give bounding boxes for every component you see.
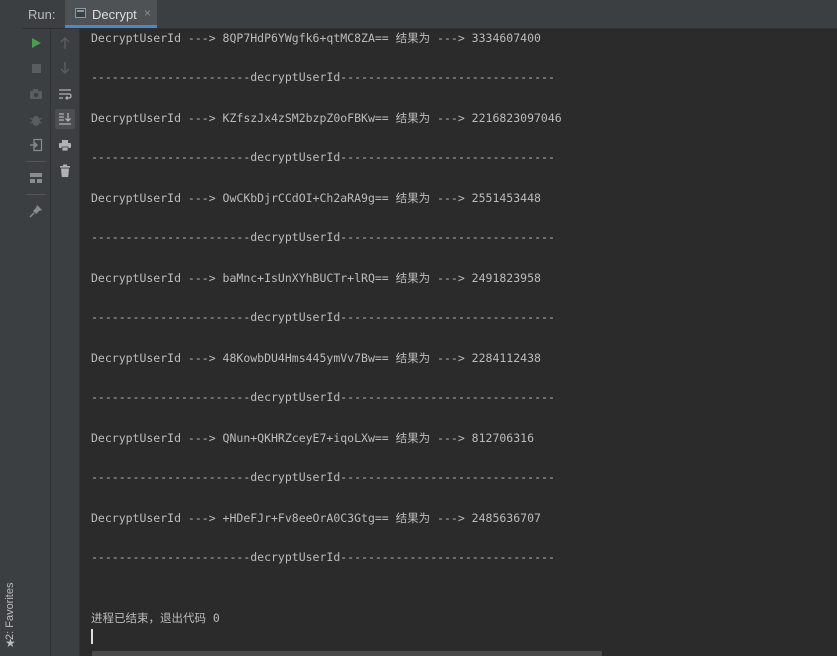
snapshot-button[interactable] — [26, 84, 46, 104]
console-line: DecryptUserId ---> OwCKbDjrCCdOI+Ch2aRA9… — [91, 191, 541, 205]
console-line: -----------------------decryptUserId----… — [91, 390, 555, 404]
horizontal-scrollbar[interactable] — [92, 651, 602, 656]
stop-button[interactable] — [26, 58, 46, 78]
stop-icon — [31, 63, 41, 73]
scroll-to-end-button[interactable] — [55, 109, 75, 129]
print-icon — [59, 139, 71, 151]
console-line: DecryptUserId ---> QNun+QKHRZceyE7+iqoLX… — [91, 431, 534, 445]
console-line: DecryptUserId ---> KZfszJx4zSM2bzpZ0oFBK… — [91, 111, 562, 125]
soft-wrap-button[interactable] — [55, 84, 75, 104]
arrow-down-icon — [60, 62, 70, 75]
toolbar-divider — [26, 161, 46, 162]
exit-icon — [30, 138, 43, 152]
text-caret — [91, 629, 93, 644]
favorites-tab[interactable]: 2: Favorites — [4, 583, 16, 640]
console-line: -----------------------decryptUserId----… — [91, 230, 555, 244]
print-button[interactable] — [55, 135, 75, 155]
console-line: -----------------------decryptUserId----… — [91, 550, 555, 564]
console-output[interactable]: DecryptUserId ---> 8QP7HdP6YWgfk6+qtMC8Z… — [80, 29, 837, 656]
scroll-up-button[interactable] — [55, 33, 75, 53]
toolbar-divider — [26, 194, 46, 195]
tab-label: Decrypt — [92, 7, 137, 22]
soft-wrap-icon — [59, 89, 72, 100]
console-line: -----------------------decryptUserId----… — [91, 150, 555, 164]
scroll-to-end-icon — [59, 113, 71, 125]
exit-button[interactable] — [26, 135, 46, 155]
console-line: -----------------------decryptUserId----… — [91, 470, 555, 484]
console-line: -----------------------decryptUserId----… — [91, 70, 555, 84]
layout-icon — [30, 173, 42, 183]
close-icon[interactable]: × — [144, 6, 151, 20]
console-line: DecryptUserId ---> baMnc+IsUnXYhBUCTr+lR… — [91, 271, 541, 285]
tab-decrypt[interactable]: Decrypt × — [65, 0, 157, 28]
run-panel-header: Run: Decrypt × — [22, 0, 837, 29]
scroll-down-button[interactable] — [55, 58, 75, 78]
console-line: DecryptUserId ---> 8QP7HdP6YWgfk6+qtMC8Z… — [91, 31, 541, 45]
camera-icon — [30, 89, 42, 99]
run-label: Run: — [28, 7, 56, 22]
bug-icon — [29, 116, 43, 126]
console-toolbar — [51, 29, 80, 656]
console-icon — [75, 8, 86, 18]
console-line: DecryptUserId ---> 48KowbDU4Hms445ymVv7B… — [91, 351, 541, 365]
layout-button[interactable] — [26, 168, 46, 188]
clear-all-button[interactable] — [55, 161, 75, 181]
process-exit-message: 进程已结束，退出代码 0 — [91, 611, 220, 625]
favorites-strip: 2: Favorites ★ — [0, 0, 23, 656]
console-line: -----------------------decryptUserId----… — [91, 310, 555, 324]
pin-icon — [29, 205, 42, 218]
star-icon[interactable]: ★ — [5, 636, 16, 650]
arrow-up-icon — [60, 36, 70, 49]
play-icon — [32, 38, 41, 48]
run-toolbar — [22, 29, 51, 656]
pin-tab-button[interactable] — [26, 201, 46, 221]
trash-icon — [60, 164, 70, 177]
debug-button[interactable] — [26, 110, 46, 130]
console-line: DecryptUserId ---> +HDeFJr+Fv8eeOrA0C3Gt… — [91, 511, 541, 525]
rerun-button[interactable] — [26, 33, 46, 53]
